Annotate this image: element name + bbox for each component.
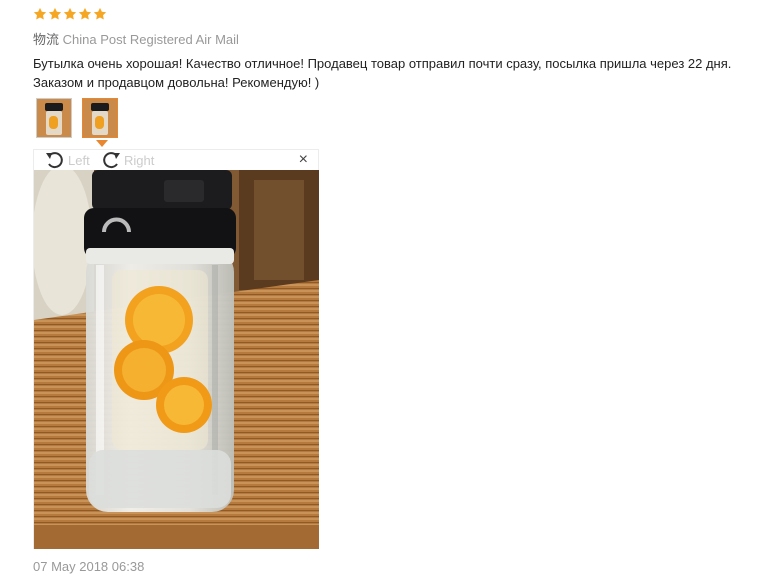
rotate-left-icon	[44, 150, 66, 170]
image-viewer: Left Right ×	[33, 149, 319, 549]
logistics-label: 物流	[33, 32, 60, 47]
rating-stars	[33, 7, 107, 23]
star-icon	[78, 7, 92, 21]
viewer-toolbar: Left Right ×	[34, 150, 318, 171]
logistics-info: 物流 China Post Registered Air Mail	[33, 29, 239, 48]
star-icon	[33, 7, 47, 21]
close-icon[interactable]: ×	[299, 152, 308, 168]
review-thumbnail-2[interactable]	[82, 98, 118, 138]
logistics-value: China Post Registered Air Mail	[62, 32, 239, 47]
review-text: Бутылка очень хорошая! Качество отличное…	[33, 56, 732, 90]
review-thumbnail-1[interactable]	[36, 98, 72, 138]
star-icon	[93, 7, 107, 21]
rotate-right-button[interactable]: Right	[100, 150, 154, 170]
star-icon	[48, 7, 62, 21]
star-icon	[63, 7, 77, 21]
thumbnail-pointer	[96, 140, 108, 147]
review-photo	[34, 170, 319, 549]
review-date: 07 May 2018 06:38	[33, 559, 145, 574]
thumbnail-strip	[36, 98, 118, 138]
rotate-left-label: Left	[68, 152, 90, 168]
rotate-left-button[interactable]: Left	[44, 150, 90, 170]
rotate-right-icon	[100, 150, 122, 170]
rotate-right-label: Right	[124, 152, 155, 168]
